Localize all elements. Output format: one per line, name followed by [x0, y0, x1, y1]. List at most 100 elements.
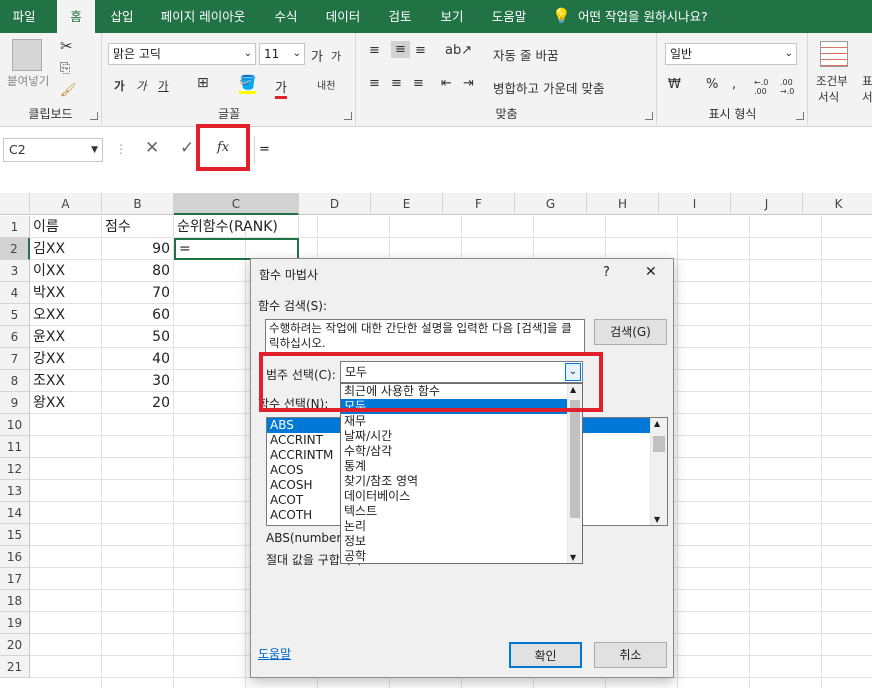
category-option[interactable]: 데이터베이스 [341, 489, 582, 504]
paste-button[interactable]: 붙여넣기 [7, 73, 49, 89]
formula-input[interactable]: = [254, 136, 872, 164]
cell-score[interactable]: 60 [102, 304, 174, 326]
increase-decimal-button[interactable]: ←.0 .00 [754, 78, 776, 96]
category-option[interactable]: 공학 [341, 549, 582, 563]
help-link[interactable]: 도움말 [258, 645, 291, 662]
column-header-k[interactable]: K [803, 193, 872, 215]
cell-b1[interactable]: 점수 [102, 216, 174, 238]
function-list-scrollbar[interactable]: ▲ ▼ [650, 418, 667, 525]
align-center-icon[interactable]: ≡ [391, 76, 402, 91]
italic-button[interactable]: 가 [136, 78, 147, 94]
column-header-i[interactable]: I [659, 193, 731, 215]
bold-button[interactable]: 가 [114, 78, 125, 94]
percent-button[interactable]: % [706, 77, 718, 92]
scroll-down-icon[interactable]: ▼ [654, 515, 660, 524]
category-option[interactable]: 정보 [341, 534, 582, 549]
row-header[interactable]: 20 [0, 634, 30, 656]
row-header[interactable]: 3 [0, 260, 30, 282]
row-header[interactable]: 17 [0, 568, 30, 590]
tab-insert[interactable]: 삽입 [100, 0, 144, 33]
row-header[interactable]: 18 [0, 590, 30, 612]
row-header[interactable]: 6 [0, 326, 30, 348]
align-bottom-icon[interactable]: ≡ [415, 43, 426, 58]
select-all-corner[interactable] [0, 193, 30, 215]
align-top-icon[interactable]: ≡ [369, 43, 380, 58]
cancel-button[interactable]: 취소 [594, 642, 667, 668]
row-header[interactable]: 13 [0, 480, 30, 502]
paste-icon[interactable] [12, 39, 42, 71]
name-box[interactable]: C2 ▼ [3, 138, 103, 162]
row-header[interactable]: 11 [0, 436, 30, 458]
cell-name[interactable]: 강XX [30, 348, 102, 370]
align-middle-icon[interactable]: ≡ [391, 41, 410, 58]
cell-score[interactable]: 50 [102, 326, 174, 348]
decrease-indent-icon[interactable]: ⇤ [441, 76, 452, 91]
scroll-up-icon[interactable]: ▲ [654, 419, 660, 428]
search-button[interactable]: 검색(G) [594, 319, 667, 345]
cell-name[interactable]: 김XX [30, 238, 102, 260]
format-as-table-label-2[interactable]: 서 [862, 89, 872, 105]
increase-indent-icon[interactable]: ⇥ [463, 76, 474, 91]
conditional-format-label-2[interactable]: 서식 [818, 89, 839, 105]
row-header[interactable]: 19 [0, 612, 30, 634]
row-header[interactable]: 1 [0, 216, 30, 238]
cell-name[interactable]: 오XX [30, 304, 102, 326]
row-header[interactable]: 16 [0, 546, 30, 568]
row-header[interactable]: 2 [0, 238, 30, 260]
row-header[interactable]: 14 [0, 502, 30, 524]
clipboard-launcher-icon[interactable] [90, 112, 98, 120]
cell-name[interactable]: 박XX [30, 282, 102, 304]
column-header-j[interactable]: J [731, 193, 803, 215]
tab-home[interactable]: 홈 [57, 0, 95, 34]
search-input[interactable]: 수행하려는 작업에 대한 간단한 설명을 입력한 다음 [검색]을 클릭하십시오… [265, 319, 585, 353]
cell-c2-active[interactable]: = [174, 238, 299, 260]
cell-score[interactable]: 80 [102, 260, 174, 282]
column-header-g[interactable]: G [515, 193, 587, 215]
tab-formulas[interactable]: 수식 [264, 0, 308, 33]
column-header-h[interactable]: H [587, 193, 659, 215]
row-header[interactable]: 12 [0, 458, 30, 480]
alignment-launcher-icon[interactable] [645, 112, 653, 120]
row-header[interactable]: 15 [0, 524, 30, 546]
cell-c1[interactable]: 순위함수(RANK) [174, 216, 299, 238]
tab-file[interactable]: 파일 [0, 0, 48, 33]
row-header[interactable]: 7 [0, 348, 30, 370]
cut-icon[interactable]: ✂ [60, 37, 73, 55]
confirm-entry-icon[interactable]: ✓ [180, 138, 194, 158]
copy-icon[interactable]: ⎘ [60, 61, 70, 76]
cell-score[interactable]: 40 [102, 348, 174, 370]
category-option[interactable]: 찾기/참조 영역 [341, 474, 582, 489]
category-option[interactable]: 통계 [341, 459, 582, 474]
tab-page-layout[interactable]: 페이지 레이아웃 [152, 0, 254, 33]
column-header-e[interactable]: E [371, 193, 443, 215]
row-header[interactable]: 9 [0, 392, 30, 414]
ok-button[interactable]: 확인 [509, 642, 582, 668]
font-size-combo[interactable]: 11 ⌄ [259, 43, 305, 65]
decrease-decimal-button[interactable]: .00 →.0 [780, 78, 802, 96]
number-format-combo[interactable]: 일반 ⌄ [665, 43, 797, 65]
font-name-combo[interactable]: 맑은 고딕 ⌄ [108, 43, 256, 65]
cell-name[interactable]: 왕XX [30, 392, 102, 414]
cell-name[interactable]: 조XX [30, 370, 102, 392]
category-option[interactable]: 재무 [341, 414, 582, 429]
currency-button[interactable]: ₩ [668, 77, 681, 92]
tab-help[interactable]: 도움말 [482, 0, 536, 33]
cell-score[interactable]: 30 [102, 370, 174, 392]
grow-font-button[interactable]: 가 [311, 46, 323, 65]
orientation-icon[interactable]: ab↗ [445, 43, 472, 58]
tab-view[interactable]: 보기 [430, 0, 474, 33]
category-option[interactable]: 수학/삼각 [341, 444, 582, 459]
number-launcher-icon[interactable] [796, 112, 804, 120]
cell-name[interactable]: 이XX [30, 260, 102, 282]
fill-color-icon[interactable]: 🪣 [239, 75, 257, 94]
column-header-a[interactable]: A [30, 193, 102, 215]
phonetic-button[interactable]: 내천 [317, 77, 335, 92]
close-dialog-button[interactable]: ✕ [645, 264, 657, 280]
cancel-entry-icon[interactable]: ✕ [145, 138, 159, 158]
cell-score[interactable]: 20 [102, 392, 174, 414]
shrink-font-button[interactable]: 가 [331, 48, 341, 64]
wrap-text-button[interactable]: 자동 줄 바꿈 [493, 45, 558, 64]
tab-review[interactable]: 검토 [378, 0, 422, 33]
category-option[interactable]: 날짜/시간 [341, 429, 582, 444]
align-left-icon[interactable]: ≡ [369, 76, 380, 91]
